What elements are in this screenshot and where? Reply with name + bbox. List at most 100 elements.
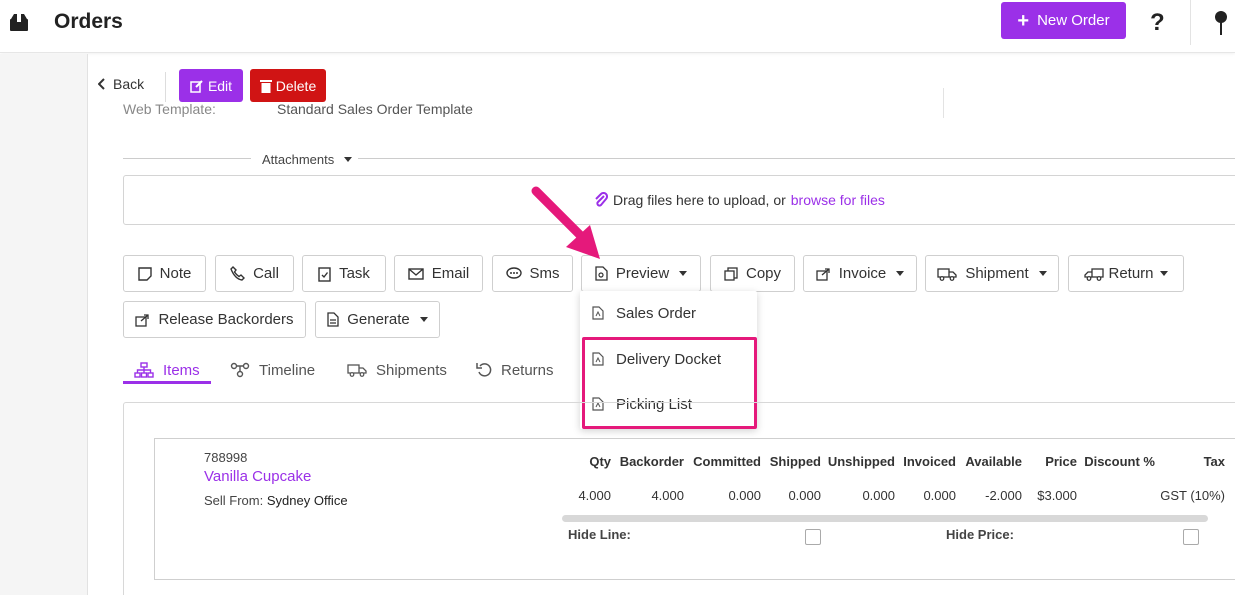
divider: [1190, 0, 1191, 45]
box-icon: [10, 14, 28, 31]
tab-label: Shipments: [376, 361, 447, 379]
help-icon[interactable]: ?: [1150, 9, 1165, 37]
truck-icon: [347, 364, 367, 377]
tab-timeline[interactable]: Timeline: [230, 356, 315, 384]
sitemap-icon: [134, 362, 154, 378]
menu-item-sales-order[interactable]: Sales Order: [580, 293, 757, 333]
dropzone-text: Drag files here to upload, or: [613, 192, 786, 208]
return-label: Return: [1108, 265, 1154, 282]
product-name-link[interactable]: Vanilla Cupcake: [204, 468, 311, 485]
clipboard-icon: [318, 266, 331, 282]
note-icon: [137, 266, 152, 281]
top-bar: Orders + New Order ?: [0, 0, 1235, 53]
envelope-icon: [408, 267, 424, 280]
timeline-icon: [230, 362, 250, 378]
divider: [123, 158, 251, 159]
active-tab-indicator: [123, 381, 211, 384]
web-template-value: Standard Sales Order Template: [277, 101, 473, 117]
hide-price-checkbox[interactable]: [1183, 529, 1199, 545]
map-pin-icon[interactable]: [1213, 10, 1229, 36]
note-button[interactable]: Note: [123, 255, 206, 292]
column-header-committed: Committed: [693, 454, 761, 469]
edit-button[interactable]: Edit: [179, 69, 243, 102]
phone-icon: [230, 266, 246, 281]
hide-line-checkbox[interactable]: [805, 529, 821, 545]
release-backorders-button[interactable]: Release Backorders: [123, 301, 306, 338]
sell-from-label: Sell From:: [204, 493, 264, 508]
shipment-button[interactable]: Shipment: [925, 255, 1059, 292]
cell-available: -2.000: [985, 488, 1022, 503]
column-header-backorder: Backorder: [619, 454, 684, 469]
column-header-discount: Discount %: [1084, 454, 1155, 469]
page-title: Orders: [54, 10, 123, 33]
release-backorders-label: Release Backorders: [158, 311, 294, 328]
hide-line-label: Hide Line:: [568, 527, 631, 542]
browse-files-link[interactable]: browse for files: [791, 192, 885, 208]
column-header-invoiced: Invoiced: [903, 454, 956, 469]
item-sku: 788998: [204, 450, 248, 465]
shipment-label: Shipment: [965, 265, 1029, 282]
attachments-label: Attachments: [262, 152, 335, 167]
truck-icon: [937, 267, 957, 281]
generate-button[interactable]: Generate: [315, 301, 440, 338]
menu-item-label: Sales Order: [616, 304, 697, 322]
caret-down-icon: [419, 317, 428, 322]
new-order-label: New Order: [1037, 12, 1110, 29]
file-dropzone[interactable]: Drag files here to upload, or browse for…: [123, 175, 1235, 225]
invoice-button[interactable]: Invoice: [803, 255, 917, 292]
new-order-button[interactable]: + New Order: [1001, 2, 1126, 39]
column-header-available: Available: [965, 454, 1022, 469]
column-header-unshipped: Unshipped: [827, 454, 895, 469]
undo-icon: [476, 363, 492, 377]
tab-shipments[interactable]: Shipments: [347, 356, 447, 384]
chat-icon: [505, 266, 522, 279]
caret-down-icon: [344, 157, 353, 162]
caret-down-icon: [1159, 271, 1168, 276]
email-button[interactable]: Email: [394, 255, 483, 292]
task-button[interactable]: Task: [302, 255, 386, 292]
cell-qty[interactable]: 4.000: [578, 488, 611, 503]
trash-icon: [259, 79, 272, 93]
chevron-left-icon: [98, 78, 105, 90]
sell-from: Sell From: Sydney Office: [204, 493, 348, 508]
hide-price-label: Hide Price:: [946, 527, 1014, 542]
column-header-qty: Qty: [589, 454, 611, 469]
tab-returns[interactable]: Returns: [476, 356, 554, 384]
horizontal-scrollbar[interactable]: [562, 515, 1208, 522]
sell-from-value: Sydney Office: [266, 493, 348, 508]
cell-tax[interactable]: GST (10%): [1160, 488, 1225, 503]
share-icon: [135, 313, 150, 327]
delete-button[interactable]: Delete: [250, 69, 326, 102]
copy-icon: [724, 266, 738, 281]
return-button[interactable]: Return: [1068, 255, 1184, 292]
tab-label: Timeline: [259, 361, 316, 379]
truck-return-icon: [1084, 267, 1105, 281]
column-header-shipped: Shipped: [769, 454, 821, 469]
cell-backorder: 4.000: [651, 488, 684, 503]
task-label: Task: [339, 265, 370, 282]
edit-label: Edit: [207, 77, 233, 94]
pdf-icon: [592, 306, 604, 320]
divider: [165, 72, 166, 102]
tab-label: Returns: [501, 361, 554, 379]
annotation-arrow-icon: [531, 186, 600, 259]
call-label: Call: [253, 265, 279, 282]
invoice-label: Invoice: [838, 265, 887, 282]
tab-items[interactable]: Items: [134, 356, 200, 384]
copy-button[interactable]: Copy: [710, 255, 795, 292]
caret-down-icon: [896, 271, 905, 276]
cell-invoiced: 0.000: [923, 488, 956, 503]
attachments-toggle[interactable]: Attachments: [262, 152, 353, 167]
tab-label: Items: [163, 361, 200, 379]
note-label: Note: [159, 265, 192, 282]
web-template-label: Web Template:: [123, 101, 216, 117]
divider: [358, 158, 1235, 159]
call-button[interactable]: Call: [215, 255, 294, 292]
cell-committed: 0.000: [728, 488, 761, 503]
email-label: Email: [431, 265, 470, 282]
back-button[interactable]: Back: [98, 76, 144, 92]
column-header-price: Price: [1045, 454, 1077, 469]
cell-price[interactable]: $3.000: [1037, 488, 1077, 503]
left-panel: [0, 54, 88, 595]
copy-label: Copy: [745, 265, 782, 282]
